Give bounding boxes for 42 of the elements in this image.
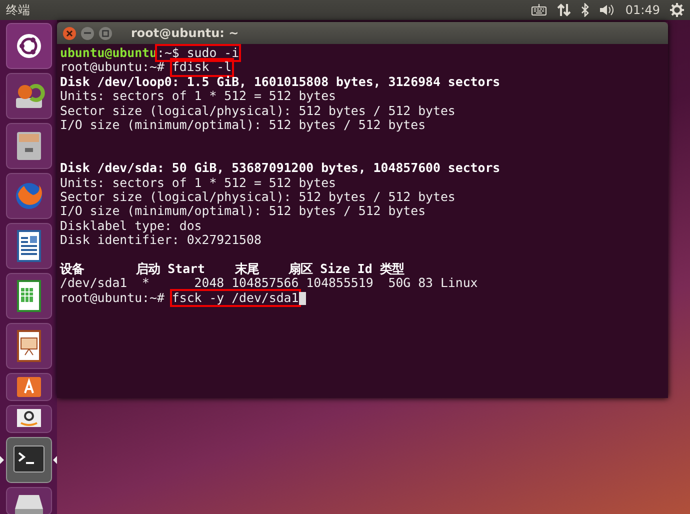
terminal-text: Units: sectors of 1 * 512 = 512 bytes xyxy=(60,89,336,104)
launcher-item[interactable] xyxy=(6,405,52,433)
terminal-text: Sector size (logical/physical): 512 bytes / 512 bytes xyxy=(60,104,456,118)
launcher-item[interactable] xyxy=(6,323,52,369)
launcher-item[interactable] xyxy=(6,23,52,69)
clock[interactable]: 01:49 xyxy=(625,3,660,17)
window-title: root@ubuntu: ~ xyxy=(131,26,239,40)
launcher-item[interactable] xyxy=(6,437,52,483)
terminal-text: /dev/sda1 * 2048 104857566 104855519 50G 83 Linux xyxy=(60,276,478,291)
launcher-item[interactable] xyxy=(6,123,52,169)
launcher-item[interactable] xyxy=(6,223,52,269)
terminal-text: fsck -y /dev/sda1 xyxy=(172,290,299,306)
launcher-item[interactable] xyxy=(6,373,52,401)
prompt-text: ubuntu@ubuntu xyxy=(60,46,157,60)
terminal-text: I/O size (minimum/optimal): 512 bytes / 512 bytes xyxy=(60,118,426,132)
gear-icon[interactable] xyxy=(670,3,684,17)
minimize-button[interactable] xyxy=(81,26,94,40)
terminal-text: Disk /dev/loop0: 1.5 GiB, 1601015808 bytes, 3126984 sectors xyxy=(60,74,500,90)
close-icon xyxy=(66,30,73,36)
terminal-text: :~$ sudo -i xyxy=(156,46,240,60)
network-icon[interactable] xyxy=(557,3,572,17)
terminal-text: fdisk -l xyxy=(172,60,232,75)
app-title: 终端 xyxy=(6,2,31,18)
terminal-text: Units: sectors of 1 * 512 = 512 bytes xyxy=(60,176,336,190)
volume-icon[interactable] xyxy=(599,4,616,16)
terminal-text: Disk identifier: 0x27921508 xyxy=(60,233,262,248)
launcher-item[interactable] xyxy=(6,487,52,514)
terminal-text: Disklabel type: dos xyxy=(60,218,202,234)
launcher-item[interactable] xyxy=(6,73,52,119)
close-button[interactable] xyxy=(63,26,76,40)
terminal-text: Sector size (logical/physical): 512 bytes / 512 bytes xyxy=(60,190,456,204)
minimize-icon xyxy=(84,32,91,34)
keyboard-icon[interactable] xyxy=(531,4,548,16)
launcher-item[interactable] xyxy=(6,273,52,319)
bluetooth-icon[interactable] xyxy=(581,3,590,17)
terminal-text: 设备 启动 Start 末尾 扇区 Size Id 类型 xyxy=(60,262,404,276)
terminal-text: Disk /dev/sda: 50 GiB, 53687091200 bytes, 104857600 sectors xyxy=(60,161,500,176)
maximize-button[interactable] xyxy=(99,26,112,40)
terminal-text: root@ubuntu:~# xyxy=(60,290,166,306)
maximize-icon xyxy=(102,30,109,36)
terminal-text: root@ubuntu:~# xyxy=(60,60,166,75)
terminal-text: I/O size (minimum/optimal): 512 bytes / 512 bytes xyxy=(60,204,426,219)
